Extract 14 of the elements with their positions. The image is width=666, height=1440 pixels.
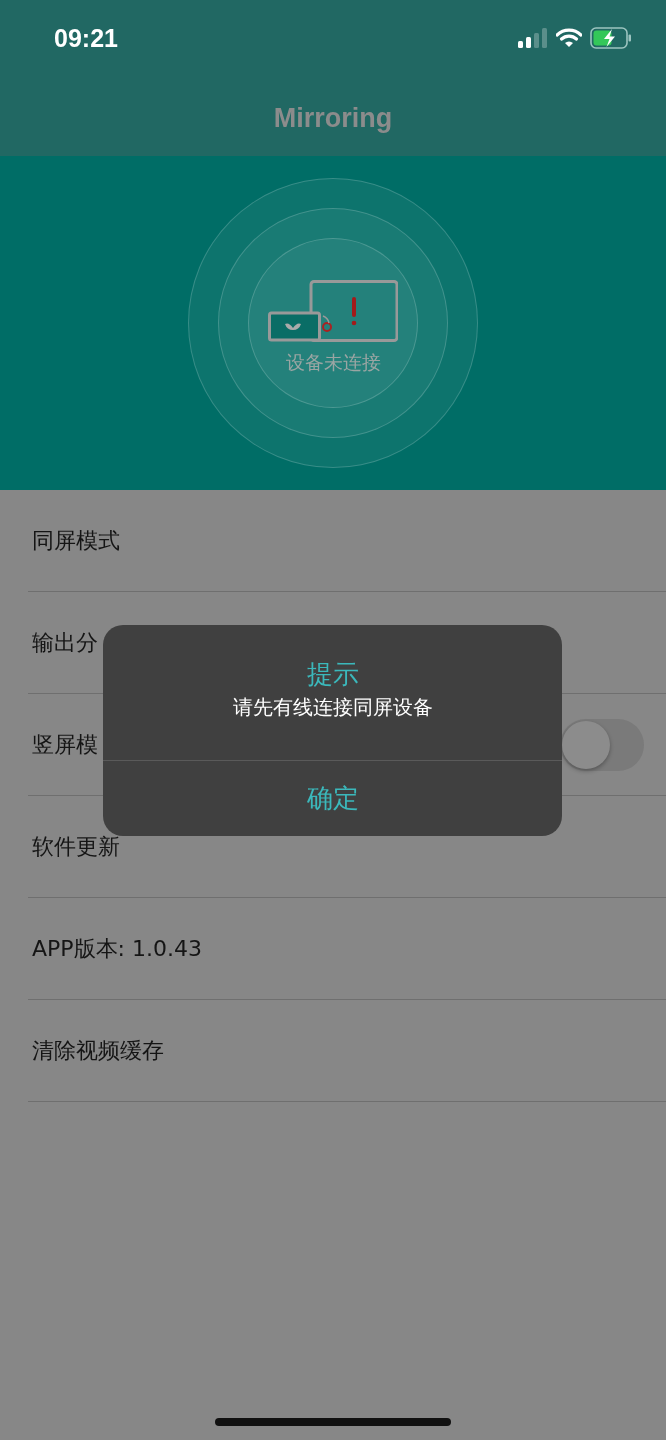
nav-title: Mirroring bbox=[273, 102, 393, 134]
battery-charging-icon bbox=[590, 27, 632, 49]
status-time: 09:21 bbox=[54, 23, 118, 53]
wifi-icon bbox=[556, 28, 582, 48]
settings-label[interactable]: 同屏模式 bbox=[32, 525, 120, 556]
alert-title: 提示 bbox=[306, 657, 359, 691]
settings-label[interactable]: 清除视频缓存 bbox=[32, 1035, 164, 1066]
settings-label[interactable]: 输出分 bbox=[32, 627, 98, 658]
toggle-switch[interactable] bbox=[560, 718, 644, 771]
settings-label[interactable]: APP版本: 1.0.43 bbox=[32, 933, 202, 964]
settings-label[interactable]: 竖屏模 bbox=[32, 729, 98, 760]
alert-message: 请先有线连接同屏设备 bbox=[232, 693, 433, 721]
connection-status: 设备未连接 bbox=[285, 350, 381, 375]
signal-icon bbox=[518, 28, 548, 48]
